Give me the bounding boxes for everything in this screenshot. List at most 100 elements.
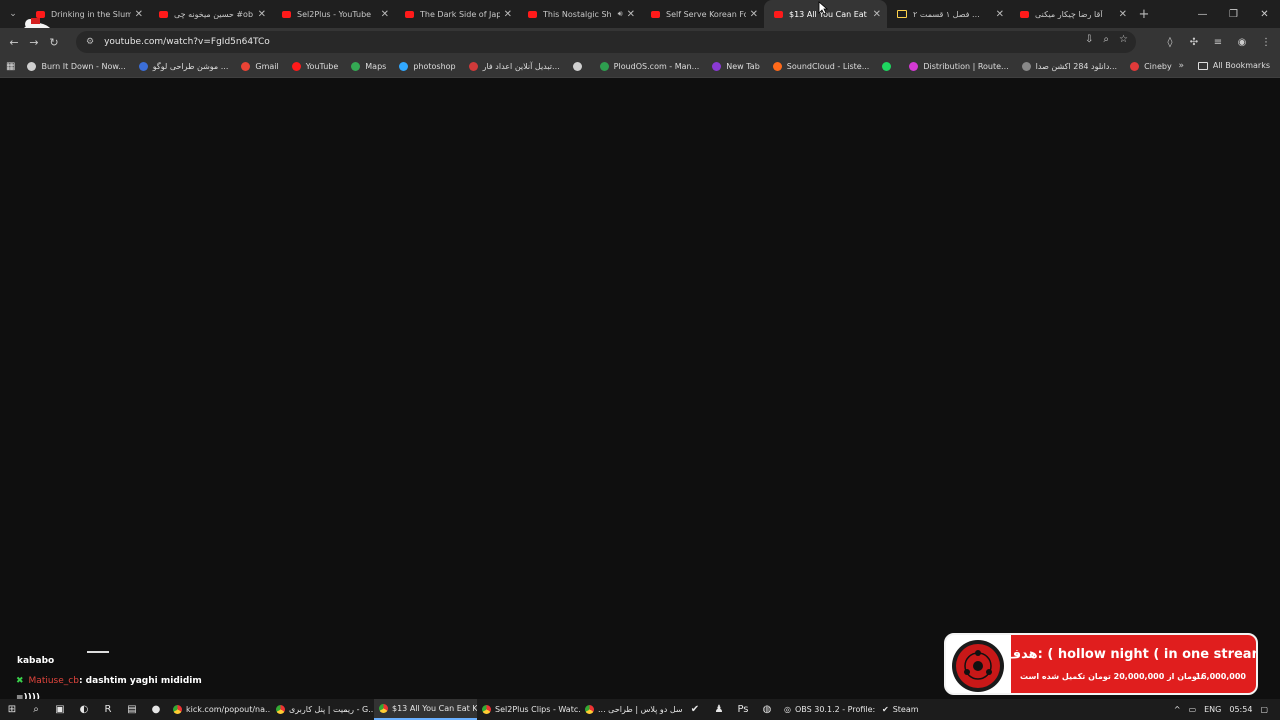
tab-1[interactable]: حسین میخونه چی #ob ✕ <box>149 0 272 28</box>
bookmark-item[interactable] <box>572 62 587 71</box>
bookmark-item[interactable]: YouTube <box>291 62 339 71</box>
windows-start-icon[interactable]: ⊞ <box>0 699 24 720</box>
chevron-up-icon[interactable]: ^ <box>1174 705 1181 714</box>
routenote-icon <box>909 62 919 71</box>
close-icon[interactable]: ✕ <box>381 9 389 20</box>
app-icon[interactable]: ♟ <box>707 699 731 720</box>
folder-icon <box>897 10 907 18</box>
url-text[interactable]: youtube.com/watch?v=FgId5n64TCo <box>104 37 270 47</box>
close-icon[interactable]: ✕ <box>504 9 512 20</box>
close-window-button[interactable]: ✕ <box>1249 0 1280 28</box>
taskbar-app-label: OBS 30.1.2 - Profile: U... <box>794 705 877 714</box>
chrome-icon <box>379 704 388 713</box>
minimize-button[interactable]: — <box>1187 0 1218 28</box>
edge-icon[interactable]: ◐ <box>72 699 96 720</box>
back-button[interactable]: ← <box>4 31 24 53</box>
clock[interactable]: 05:54 <box>1229 705 1252 714</box>
forward-button[interactable]: → <box>24 31 44 53</box>
taskbar-obs[interactable]: ◎OBS 30.1.2 - Profile: U... <box>779 699 877 720</box>
new-tab-button[interactable]: + <box>1133 7 1155 22</box>
discord-icon[interactable]: ◍ <box>755 699 779 720</box>
steam-tray-icon[interactable]: ✔ <box>683 699 707 720</box>
close-icon[interactable]: ✕ <box>1119 9 1127 20</box>
all-bookmarks-button[interactable]: All Bookmarks <box>1197 61 1270 70</box>
bookmark-item[interactable]: تبدیل آنلاین اعداد فار... <box>468 62 560 71</box>
arrow-left-icon: ← <box>9 35 19 49</box>
taskbar-app-label: ریمیت | پنل کاربری - G... <box>289 705 374 714</box>
taskbar-steam[interactable]: ✔ Steam <box>877 699 937 720</box>
page-content[interactable] <box>0 79 1280 699</box>
youtube-icon <box>774 10 783 18</box>
menu-kebab-icon[interactable]: ⋮ <box>1258 31 1274 53</box>
youtube-icon <box>282 10 291 18</box>
install-app-icon[interactable]: ⇩ <box>1085 34 1093 45</box>
bookmark-label: New Tab <box>726 62 760 71</box>
chat-text: : dashtim yaghi mididim <box>78 676 202 686</box>
bookmark-item[interactable]: Burn It Down - Now... <box>27 62 126 71</box>
bookmark-item[interactable]: دانلود 284 اکشن صدا... <box>1021 62 1117 71</box>
bookmark-item[interactable]: Distribution | Route... <box>909 62 1009 71</box>
site-icon <box>138 62 148 71</box>
tab-7[interactable]: فصل ۱ قسمت ۲ ... ✕ <box>887 0 1010 28</box>
bookmark-item[interactable]: Cineby <box>1130 62 1172 71</box>
extensions-puzzle-icon[interactable]: ✣ <box>1186 31 1202 53</box>
taskbar-app-label: ... سل دو پلاس | طراحی <box>598 705 683 714</box>
media-controls-icon[interactable]: ≡ <box>1210 31 1226 53</box>
calculator-icon[interactable]: ▤ <box>120 699 144 720</box>
network-icon[interactable]: ▭ <box>1189 705 1197 714</box>
bookmark-item[interactable]: photoshop <box>399 62 456 71</box>
restore-button[interactable]: ❐ <box>1218 0 1249 28</box>
site-info-icon[interactable]: ⚙ <box>86 37 94 47</box>
tab-4[interactable]: This Nostalgic Sh 🔊︎ ✕ <box>518 0 641 28</box>
zoom-icon[interactable]: ⌕ <box>1103 34 1109 45</box>
app-r-icon[interactable]: R <box>96 699 120 720</box>
close-icon[interactable]: ✕ <box>873 9 881 20</box>
speaker-icon[interactable]: 🔊︎ <box>618 9 623 19</box>
taskbar-app[interactable]: kick.com/popout/na... <box>168 699 271 720</box>
language-indicator[interactable]: ENG <box>1204 705 1221 714</box>
extension-icon[interactable]: ◊ <box>1162 31 1178 53</box>
bookmark-item[interactable]: Maps <box>351 62 386 71</box>
bookmark-label: YouTube <box>305 62 339 71</box>
bookmark-item[interactable]: PloudOS.com - Man... <box>599 62 700 71</box>
tab-3[interactable]: The Dark Side of Jap ✕ <box>395 0 518 28</box>
taskbar-app[interactable]: Sel2Plus Clips - Watc... <box>477 699 580 720</box>
tab-2[interactable]: Sel2Plus - YouTube ✕ <box>272 0 395 28</box>
task-view-icon[interactable]: ▣ <box>48 699 72 720</box>
bookmark-star-icon[interactable]: ☆ <box>1119 34 1128 45</box>
maps-icon <box>351 62 361 71</box>
chevron-double-right-icon[interactable]: » <box>1178 61 1184 71</box>
tab-strip: ⌄ Drinking in the Slum ✕ حسین میخونه چی #… <box>0 0 1280 28</box>
bookmark-label: Distribution | Route... <box>923 62 1009 71</box>
bookmark-item[interactable] <box>882 62 896 71</box>
photoshop-icon[interactable]: Ps <box>731 699 755 720</box>
taskbar-app-active[interactable]: $13 All You Can Eat K... <box>374 699 477 720</box>
firefox-icon[interactable]: ● <box>144 699 168 720</box>
window-controls: — ❐ ✕ <box>1187 0 1280 28</box>
taskbar-app[interactable]: ریمیت | پنل کاربری - G... <box>271 699 374 720</box>
bookmark-item[interactable]: New Tab <box>712 62 760 71</box>
bookmark-label: Burn It Down - Now... <box>41 62 126 71</box>
close-icon[interactable]: ✕ <box>750 9 758 20</box>
bookmark-label: PloudOS.com - Man... <box>613 62 700 71</box>
chat-username: kababo <box>17 656 55 666</box>
taskbar-app[interactable]: ... سل دو پلاس | طراحی <box>580 699 683 720</box>
tab-5[interactable]: Self Serve Korean Fo ✕ <box>641 0 764 28</box>
reload-button[interactable]: ↻ <box>44 31 64 53</box>
close-icon[interactable]: ✕ <box>258 9 266 20</box>
bookmark-item[interactable]: SoundCloud - Liste... <box>772 62 869 71</box>
notification-icon[interactable]: ▢ <box>1260 705 1268 714</box>
search-icon[interactable]: ⌕ <box>24 699 48 720</box>
close-icon[interactable]: ✕ <box>135 9 143 20</box>
bookmark-item[interactable]: موشن طراحی لوگو ... <box>138 62 229 71</box>
chrome-icon <box>276 705 285 714</box>
address-bar[interactable]: ⚙ youtube.com/watch?v=FgId5n64TCo ⇩ ⌕ ☆ <box>76 31 1136 53</box>
bookmark-label: موشن طراحی لوگو ... <box>152 62 229 71</box>
close-icon[interactable]: ✕ <box>996 9 1004 20</box>
apps-grid-icon[interactable]: ▦ <box>6 61 15 72</box>
profile-icon[interactable]: ◉ <box>1234 31 1250 53</box>
bookmark-item[interactable]: Gmail <box>241 62 279 71</box>
steam-icon: ✔ <box>882 705 889 714</box>
close-icon[interactable]: ✕ <box>627 9 635 20</box>
tab-8[interactable]: آقا رضا چیکار میکنی ✕ <box>1010 0 1133 28</box>
